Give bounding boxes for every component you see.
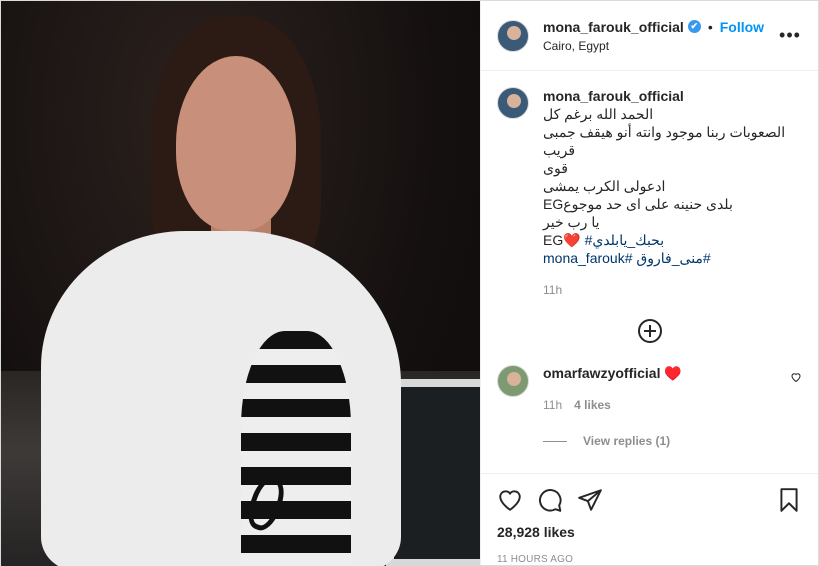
commenter-username[interactable]: omarfawzyofficial: [543, 365, 660, 381]
comments-section: mona_farouk_official الحمد الله برغم كل …: [481, 71, 818, 473]
photo-striped-dress: [241, 331, 351, 566]
caption-hashtag-line: EG❤️ #بحبك_يابلدي: [543, 231, 802, 249]
caption-hashtag-line: #منى_فاروق #mona_farouk: [543, 249, 802, 267]
save-bookmark-icon[interactable]: [776, 487, 802, 513]
caption-avatar[interactable]: [497, 87, 529, 119]
follow-button[interactable]: Follow: [720, 19, 764, 35]
separator-dot: •: [707, 18, 713, 35]
comment-text: ♥️: [664, 365, 682, 381]
more-options-icon[interactable]: •••: [778, 25, 802, 46]
post-sidebar: mona_farouk_official ✔ • Follow Cairo, E…: [480, 1, 818, 565]
post-location[interactable]: Cairo, Egypt: [543, 39, 778, 53]
hashtag-link[interactable]: #بحبك_يابلدي: [585, 232, 665, 248]
commenter-avatar[interactable]: [497, 365, 529, 397]
comment-like-heart-icon[interactable]: [790, 371, 802, 383]
caption-line: الحمد الله برغم كل: [543, 106, 654, 122]
post-actions: 28,928 likes 11 HOURS AGO: [481, 473, 818, 565]
post-header: mona_farouk_official ✔ • Follow Cairo, E…: [481, 1, 818, 71]
post-caption: mona_farouk_official الحمد الله برغم كل …: [497, 87, 802, 299]
author-avatar[interactable]: [497, 19, 529, 52]
like-heart-icon[interactable]: [497, 487, 523, 513]
share-paper-plane-icon[interactable]: [577, 487, 603, 513]
caption-line: EG❤️: [543, 232, 581, 248]
caption-line: ادعولى الكرب يمشى: [543, 178, 666, 194]
hashtag-link[interactable]: #mona_farouk: [543, 250, 633, 266]
likes-count[interactable]: 28,928 likes: [497, 524, 802, 540]
header-text: mona_farouk_official ✔ • Follow Cairo, E…: [543, 19, 778, 53]
replies-line: [543, 440, 567, 442]
view-replies-button[interactable]: View replies (1): [543, 434, 776, 448]
caption-line: الصعوبات ربنا موجود وانته أنو هيقف جمبى …: [543, 124, 786, 158]
post-timestamp[interactable]: 11 HOURS AGO: [497, 554, 802, 565]
hashtag-link[interactable]: #منى_فاروق: [636, 250, 710, 266]
comment-meta: 11h 4 likes: [543, 398, 776, 412]
caption-line: بلدى حنينه على اى حد موجوعEG: [543, 196, 733, 212]
view-replies-label: View replies (1): [583, 434, 671, 448]
comment-main: omarfawzyofficial ♥️ 11h 4 likes View re…: [543, 365, 776, 448]
post-photo[interactable]: [1, 1, 480, 566]
author-username[interactable]: mona_farouk_official: [543, 19, 684, 35]
instagram-post: mona_farouk_official ✔ • Follow Cairo, E…: [0, 0, 819, 566]
caption-line: قوى: [543, 160, 568, 176]
load-more-comments: [497, 319, 802, 343]
header-row: mona_farouk_official ✔ • Follow: [543, 19, 778, 35]
caption-line: يا رب خير: [543, 214, 600, 230]
caption-body: mona_farouk_official الحمد الله برغم كل …: [543, 87, 802, 299]
comment-likes[interactable]: 4 likes: [574, 398, 611, 412]
comment-time[interactable]: 11h: [543, 398, 562, 412]
comment-item: omarfawzyofficial ♥️ 11h 4 likes View re…: [497, 365, 802, 448]
photo-face: [176, 56, 296, 231]
caption-time[interactable]: 11h: [543, 281, 802, 299]
verified-badge-icon: ✔: [687, 20, 701, 33]
comment-bubble-icon[interactable]: [537, 487, 563, 513]
caption-username[interactable]: mona_farouk_official: [543, 88, 684, 104]
action-icons: [497, 480, 802, 520]
load-more-plus-icon[interactable]: [637, 319, 662, 343]
